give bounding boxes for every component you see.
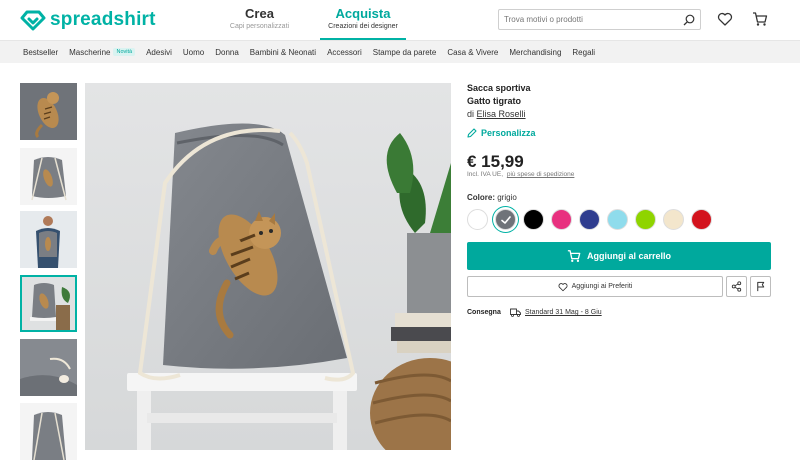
- check-icon: [501, 216, 511, 224]
- category-label: Merchandising: [509, 47, 562, 57]
- search-box: [498, 9, 701, 30]
- swatch-fucsia[interactable]: [551, 209, 572, 230]
- category-label: Donna: [215, 47, 239, 57]
- color-label-title: Colore:: [467, 193, 495, 202]
- pencil-icon: [467, 128, 477, 138]
- product-type: Sacca sportiva: [467, 83, 531, 93]
- delivery-label: Consegna: [467, 309, 501, 316]
- category-label: Uomo: [182, 47, 205, 57]
- designer-link[interactable]: Elisa Roselli: [477, 109, 526, 119]
- cart-icon[interactable]: [752, 11, 768, 27]
- category-uomo[interactable]: Uomo: [183, 48, 204, 57]
- logo-text: spreadshirt: [50, 9, 156, 30]
- category-label: Casa & Vivere: [447, 47, 499, 57]
- color-swatches: [467, 207, 782, 231]
- report-button[interactable]: [750, 276, 771, 297]
- swatch-rosso[interactable]: [691, 209, 712, 230]
- bag-detail-image: [20, 339, 77, 396]
- category-stampe[interactable]: Stampe da parete: [373, 48, 437, 57]
- model-image: [20, 211, 77, 268]
- thumb-bag-front[interactable]: [20, 148, 77, 205]
- add-to-cart-label: Aggiungi al carrello: [586, 251, 671, 261]
- swatch-bianco[interactable]: [467, 209, 488, 230]
- category-label: Stampe da parete: [372, 47, 437, 57]
- category-mascherine[interactable]: Mascherine Novità: [69, 47, 136, 57]
- tab-acquista-title: Acquista: [335, 6, 391, 21]
- cat-design-image: [20, 83, 77, 140]
- product-photo: [85, 83, 451, 450]
- category-label: Accessori: [327, 47, 362, 57]
- delivery-value: Standard 31 Mag - 8 Giu: [525, 309, 602, 316]
- search-icon[interactable]: [683, 14, 695, 26]
- swatch-grigio[interactable]: [495, 209, 516, 230]
- add-to-cart-button[interactable]: Aggiungi al carrello: [467, 242, 771, 270]
- shipping-cost-link[interactable]: più spese di spedizione: [507, 171, 575, 178]
- color-label: Colore: grigio: [467, 193, 517, 202]
- cart-icon: [567, 250, 581, 262]
- main-product-image[interactable]: [85, 83, 451, 450]
- category-casa[interactable]: Casa & Vivere: [447, 48, 498, 57]
- heart-icon: [558, 282, 568, 291]
- category-regali[interactable]: Regali: [572, 48, 595, 57]
- tab-crea-subtitle: Capi personalizzati: [229, 23, 290, 30]
- designer-line: di Elisa Roselli: [467, 109, 526, 119]
- category-bestseller[interactable]: Bestseller: [23, 48, 58, 57]
- tab-acquista-subtitle: Creazioni dei designer: [328, 23, 398, 30]
- personalize-label: Personalizza: [481, 128, 536, 138]
- thumb-bag-detail[interactable]: [20, 339, 77, 396]
- product-price: € 15,99: [467, 152, 524, 171]
- swatch-verde-lime[interactable]: [635, 209, 656, 230]
- category-label: Mascherine: [69, 47, 111, 57]
- category-donna[interactable]: Donna: [215, 48, 239, 57]
- vat-text: Incl. IVA UE,: [467, 171, 504, 178]
- spreadshirt-logo[interactable]: spreadshirt: [20, 8, 156, 32]
- bag-lifestyle-image: [22, 277, 75, 330]
- add-to-favorites-label: Aggiungi ai Preferiti: [571, 283, 633, 290]
- category-merchandising[interactable]: Merchandising: [509, 48, 561, 57]
- vat-info: Incl. IVA UE, più spese di spedizione: [467, 171, 574, 178]
- thumb-bag-lifestyle[interactable]: [20, 275, 77, 332]
- header: spreadshirt Crea Capi personalizzati Acq…: [0, 0, 800, 40]
- logo-icon: [20, 10, 46, 31]
- thumb-model[interactable]: [20, 211, 77, 268]
- bag-front-image: [20, 148, 77, 205]
- add-to-favorites-button[interactable]: Aggiungi ai Preferiti: [467, 276, 723, 297]
- tab-acquista[interactable]: Acquista Creazioni dei designer: [320, 6, 406, 40]
- tab-crea-title: Crea: [245, 6, 274, 21]
- category-accessori[interactable]: Accessori: [327, 48, 362, 57]
- new-badge: Novità: [113, 48, 136, 56]
- thumb-bag-back[interactable]: [20, 403, 77, 460]
- bag-back-image: [20, 403, 77, 460]
- share-button[interactable]: [726, 276, 747, 297]
- product-name: Gatto tigrato: [467, 96, 521, 106]
- category-nav: Bestseller Mascherine Novità Adesivi Uomo…: [0, 40, 800, 63]
- category-adesivi[interactable]: Adesivi: [146, 48, 172, 57]
- delivery-info[interactable]: Standard 31 Mag - 8 Giu: [510, 308, 602, 317]
- tab-crea[interactable]: Crea Capi personalizzati: [222, 6, 297, 40]
- swatch-naturale[interactable]: [663, 209, 684, 230]
- designer-prefix: di: [467, 109, 475, 119]
- swatch-blu-royal[interactable]: [579, 209, 600, 230]
- category-label: Bestseller: [23, 47, 59, 57]
- personalize-link[interactable]: Personalizza: [467, 128, 536, 138]
- category-label: Adesivi: [146, 47, 172, 57]
- truck-icon: [510, 308, 521, 317]
- thumb-design[interactable]: [20, 83, 77, 140]
- category-label: Regali: [572, 47, 596, 57]
- flag-icon: [757, 281, 765, 292]
- color-value: grigio: [497, 193, 517, 202]
- category-bambini[interactable]: Bambini & Neonati: [250, 48, 316, 57]
- heart-icon[interactable]: [717, 11, 733, 27]
- share-icon: [731, 281, 742, 292]
- search-input[interactable]: [499, 15, 674, 24]
- swatch-azzurro[interactable]: [607, 209, 628, 230]
- swatch-nero[interactable]: [523, 209, 544, 230]
- category-label: Bambini & Neonati: [249, 47, 317, 57]
